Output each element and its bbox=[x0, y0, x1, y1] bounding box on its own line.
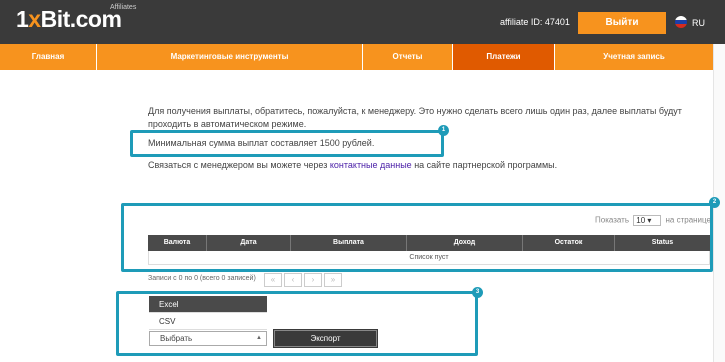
pagination: « ‹ › » bbox=[264, 273, 344, 287]
highlight-box-1 bbox=[130, 130, 444, 157]
nav-item-account[interactable]: Учетная запись bbox=[555, 44, 713, 70]
top-bar: 1xBit.com Affiliates affiliate ID: 47401… bbox=[0, 0, 725, 44]
highlight-box-3 bbox=[116, 291, 478, 356]
nav-item-marketing-tools[interactable]: Маркетинговые инструменты bbox=[97, 44, 363, 70]
next-page-button[interactable]: › bbox=[304, 273, 322, 287]
annotation-badge-3: 3 bbox=[472, 287, 483, 298]
nav-item-payments[interactable]: Платежи bbox=[453, 44, 555, 70]
site-logo[interactable]: 1xBit.com bbox=[16, 6, 122, 33]
first-page-button[interactable]: « bbox=[264, 273, 282, 287]
nav-item-reports[interactable]: Отчеты bbox=[363, 44, 453, 70]
annotation-badge-1: 1 bbox=[438, 125, 449, 136]
payout-intro-text: Для получения выплаты, обратитесь, пожал… bbox=[148, 106, 682, 129]
last-page-button[interactable]: » bbox=[324, 273, 342, 287]
annotation-badge-2: 2 bbox=[709, 197, 720, 208]
logout-button[interactable]: Выйти bbox=[578, 12, 666, 34]
nav-item-home[interactable]: Главная bbox=[0, 44, 97, 70]
contact-text: Связаться с менеджером вы можете через к… bbox=[148, 160, 558, 170]
prev-page-button[interactable]: ‹ bbox=[284, 273, 302, 287]
main-nav: Главная Маркетинговые инструменты Отчеты… bbox=[0, 44, 713, 70]
russia-flag-icon[interactable] bbox=[675, 16, 687, 28]
records-info: Записи с 0 по 0 (всего 0 записей) bbox=[148, 275, 256, 282]
highlight-box-2 bbox=[121, 203, 713, 272]
affiliate-id: affiliate ID: 47401 bbox=[500, 17, 570, 27]
contact-link[interactable]: контактные данные bbox=[330, 160, 412, 170]
logo-subtitle: Affiliates bbox=[110, 4, 137, 11]
language-label[interactable]: RU bbox=[692, 18, 705, 28]
